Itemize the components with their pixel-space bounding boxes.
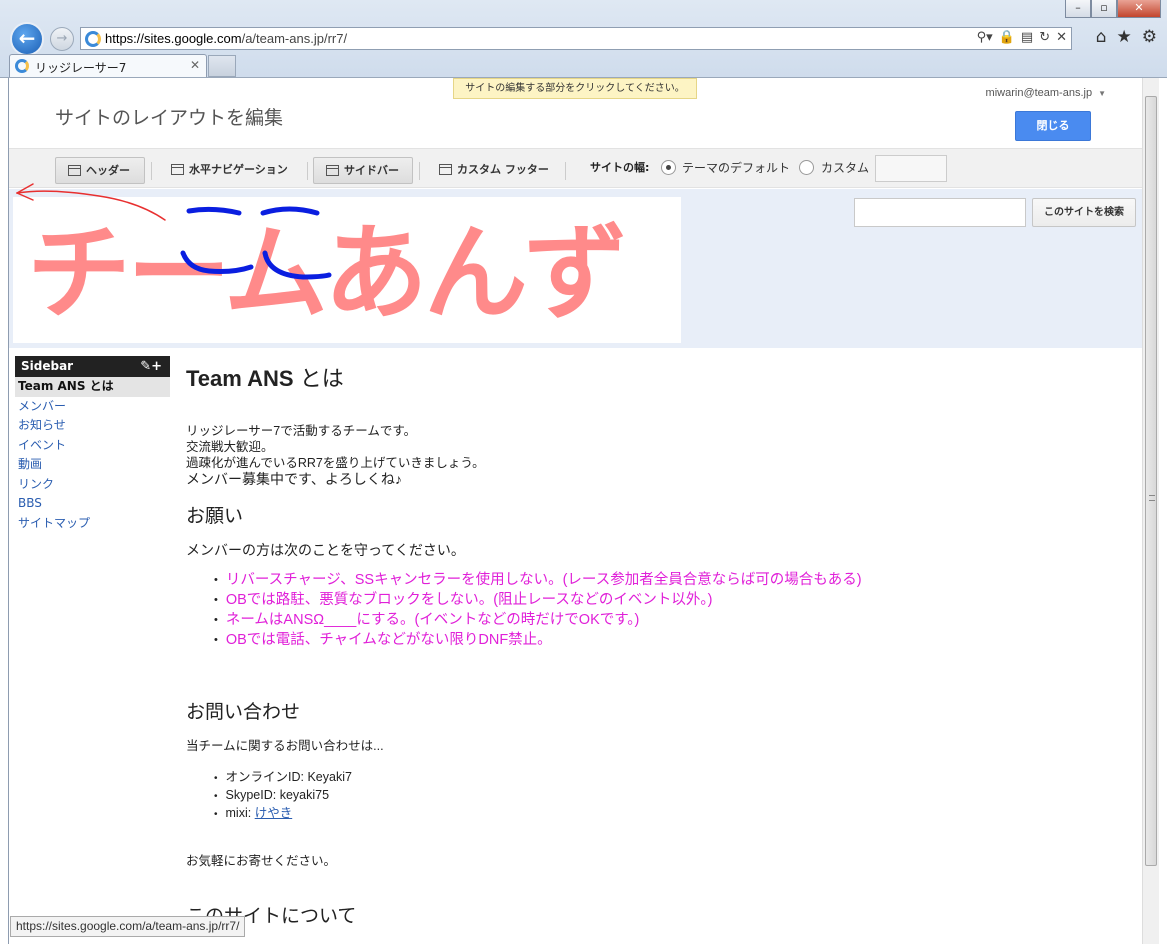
- compat-view-icon[interactable]: ▤: [1021, 30, 1033, 45]
- home-icon[interactable]: ⌂: [1096, 27, 1107, 47]
- sidebar-item-sitemap[interactable]: サイトマップ: [15, 514, 170, 534]
- rule-item: ネームはANSΩ____にする。(イベントなどの時だけでOKです。): [214, 611, 1086, 631]
- tab-title: リッジレーサー7: [35, 61, 127, 75]
- gear-icon[interactable]: ⚙: [1142, 27, 1157, 47]
- intro-line-1: リッジレーサー7で活動するチームです。: [186, 424, 417, 438]
- address-bar[interactable]: https://sites.google.com/a/team-ans.jp/r…: [80, 27, 1072, 50]
- edit-add-icon[interactable]: ✎+: [140, 357, 162, 377]
- window-close-button[interactable]: ✕: [1117, 0, 1161, 18]
- custom-width-radio[interactable]: [799, 160, 814, 175]
- theme-default-label: テーマのデフォルト: [682, 161, 791, 175]
- divider: [419, 162, 420, 180]
- new-tab-button[interactable]: [208, 55, 236, 77]
- sidebar-title: Sidebar ✎+: [15, 356, 170, 377]
- page-viewport: サイトの編集する部分をクリックしてください。 サイトのレイアウトを編集 miwa…: [8, 78, 1142, 944]
- close-button[interactable]: 閉じる: [1015, 111, 1091, 141]
- about-heading: このサイトについて: [186, 906, 357, 927]
- maximize-button[interactable]: ▫: [1091, 0, 1117, 18]
- minimize-button[interactable]: –: [1065, 0, 1091, 18]
- contact-item: オンラインID: Keyaki7: [214, 769, 1086, 787]
- custom-width-label: カスタム: [821, 161, 870, 175]
- favorites-icon[interactable]: ★: [1117, 27, 1132, 47]
- stop-icon[interactable]: ✕: [1056, 30, 1067, 45]
- layout-nav-icon: [171, 164, 184, 175]
- browser-chrome: – ▫ ✕ ← → https://sites.google.com/a/tea…: [0, 0, 1167, 78]
- lock-icon[interactable]: 🔒: [999, 30, 1015, 45]
- contact-item: SkypeID: keyaki75: [214, 787, 1086, 805]
- custom-width-input[interactable]: [875, 155, 947, 182]
- site-search-input[interactable]: [854, 198, 1026, 227]
- window-controls: – ▫ ✕: [1065, 0, 1161, 18]
- sidebar-item-bbs[interactable]: BBS: [15, 494, 170, 514]
- theme-default-radio[interactable]: [661, 160, 676, 175]
- sidebar-item-videos[interactable]: 動画: [15, 455, 170, 475]
- horizontal-nav-toggle-button[interactable]: 水平ナビゲーション: [159, 157, 305, 184]
- sidebar-item-news[interactable]: お知らせ: [15, 416, 170, 436]
- site-search-button[interactable]: このサイトを検索: [1032, 198, 1136, 227]
- edit-hint: サイトの編集する部分をクリックしてください。: [453, 78, 697, 99]
- sidebar-item-events[interactable]: イベント: [15, 436, 170, 456]
- site-width-label: サイトの幅:: [590, 161, 650, 174]
- back-button[interactable]: ←: [10, 22, 44, 56]
- ie-icon: [85, 31, 101, 47]
- contact-footer: お気軽にお寄せください。: [186, 854, 337, 868]
- contact-list: オンラインID: Keyaki7 SkypeID: keyaki75 mixi:…: [186, 769, 1086, 823]
- rule-item: リバースチャージ、SSキャンセラーを使用しない。(レース参加者全員合意ならば可の…: [214, 571, 1086, 591]
- contact-heading: お問い合わせ: [186, 702, 301, 723]
- edit-layout-title: サイトのレイアウトを編集: [55, 107, 284, 129]
- account-menu[interactable]: miwarin@team-ans.jp ▼: [986, 87, 1106, 99]
- layout-sidebar-icon: [326, 165, 339, 176]
- main-content[interactable]: Team ANS とは リッジレーサー7で活動するチームです。 交流戦大歓迎。 …: [186, 361, 1086, 928]
- scrollbar-thumb[interactable]: [1145, 96, 1157, 866]
- ie-icon: [15, 59, 29, 73]
- mixi-link[interactable]: けやき: [255, 806, 293, 820]
- rule-item: OBでは電話、チャイムなどがない限りDNF禁止。: [214, 631, 1086, 651]
- request-heading: お願い: [186, 506, 244, 527]
- divider: [565, 162, 566, 180]
- address-tools: ⚲▾ 🔒 ▤ ↻ ✕: [977, 30, 1067, 45]
- layout-footer-icon: [439, 164, 452, 175]
- vertical-scrollbar[interactable]: [1142, 78, 1159, 944]
- layout-header-icon: [68, 165, 81, 176]
- contact-lead: 当チームに関するお問い合わせは...: [186, 739, 384, 753]
- logo-text: チームあんず: [27, 212, 624, 334]
- divider: [307, 162, 308, 180]
- sidebar-item-links[interactable]: リンク: [15, 475, 170, 495]
- tab-close-icon[interactable]: ✕: [190, 58, 200, 72]
- forward-button[interactable]: →: [50, 27, 74, 51]
- rules-list: リバースチャージ、SSキャンセラーを使用しない。(レース参加者全員合意ならば可の…: [186, 571, 1086, 651]
- request-lead: メンバーの方は次のことを守ってください。: [186, 542, 465, 558]
- sidebar[interactable]: Sidebar ✎+ Team ANS とは メンバー お知らせ イベント 動画…: [15, 356, 170, 533]
- intro-line-3: 過疎化が進んでいるRR7を盛り上げていきましょう。: [186, 456, 485, 470]
- custom-footer-toggle-button[interactable]: カスタム フッター: [427, 157, 551, 184]
- sidebar-item-members[interactable]: メンバー: [15, 397, 170, 417]
- sidebar-item-team-ans[interactable]: Team ANS とは: [15, 377, 170, 397]
- intro-recruit: メンバー募集中です、よろしくね♪: [186, 471, 402, 487]
- search-icon[interactable]: ⚲▾: [977, 30, 993, 45]
- sidebar-toggle-button[interactable]: サイドバー: [313, 157, 413, 184]
- rule-item: OBでは路駐、悪質なブロックをしない。(阻止レースなどのイベント以外。): [214, 591, 1086, 611]
- red-arrow-annotation: [16, 183, 166, 221]
- scroll-grip: [1149, 495, 1155, 501]
- status-url: https://sites.google.com/a/team-ans.jp/r…: [10, 916, 246, 937]
- page-title: Team ANS とは: [186, 366, 344, 391]
- contact-item-mixi: mixi: けやき: [214, 805, 1086, 823]
- chevron-down-icon: ▼: [1098, 89, 1106, 98]
- browser-tab[interactable]: リッジレーサー7 ✕: [9, 54, 207, 77]
- address-text: https://sites.google.com/a/team-ans.jp/r…: [105, 31, 348, 46]
- intro-line-2: 交流戦大歓迎。: [186, 440, 274, 454]
- refresh-icon[interactable]: ↻: [1039, 30, 1050, 45]
- browser-tools: ⌂ ★ ⚙: [1096, 27, 1157, 47]
